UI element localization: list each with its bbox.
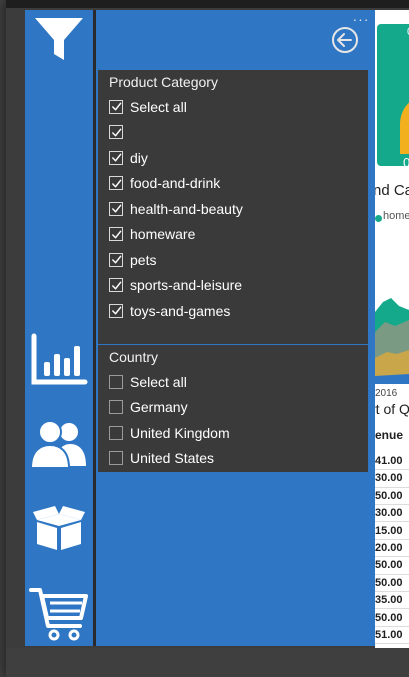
slicer-item-label: Select all [130,98,187,115]
slicer-item-label: Select all [130,373,187,390]
slicer-item-label: health-and-beauty [130,200,243,217]
frame-top-bar [6,0,409,8]
slicer-item[interactable]: Germany [98,395,368,421]
revenue-cell: 50.00 [375,557,409,575]
slicer-item[interactable] [98,120,368,146]
filter-panel: ··· Product Category Select all diy food-a… [96,10,375,646]
slicer-item-label: toys-and-games [130,302,231,319]
users-icon[interactable] [25,418,93,470]
report-canvas: 0 0 nd Ca homew 2016 rt of Q enue 41.003… [375,10,409,648]
slicer-item[interactable]: United States [98,446,368,472]
revenue-cell: 50.00 [375,488,409,506]
slicer-item[interactable]: pets [98,247,368,273]
slicer-title: Country [109,349,159,365]
checkbox-checked[interactable] [109,99,123,114]
checkbox-checked[interactable] [109,176,123,191]
legend-label: homew [383,210,409,222]
revenue-cell: 30.00 [375,505,409,523]
box-icon[interactable] [25,504,93,554]
slicer-item-label: diy [130,149,148,166]
slicer-item-label: pets [130,251,157,268]
slicer-item-label: United States [130,450,215,467]
checkbox-unchecked[interactable] [109,451,123,466]
revenue-cell: 50.00 [375,610,409,627]
checkbox-checked[interactable] [109,303,123,318]
revenue-cell: 35.00 [375,592,409,610]
slicer-item-label: food-and-drink [130,175,221,192]
slicer-item-label: Germany [130,399,188,416]
product-category-slicer: Product Category Select all diy food-and-d… [98,70,368,344]
checkbox-checked[interactable] [109,201,123,216]
area-chart [375,298,409,384]
table-column-header: enue [375,428,404,442]
slicer-item-label: homeware [130,226,196,243]
chart-heading: nd Ca [375,182,409,199]
revenue-cell: 30.00 [375,470,409,488]
revenue-cell: 41.00 [375,453,409,471]
slicer-item-label: United Kingdom [130,424,230,441]
slicer-item[interactable]: Select all [98,369,368,395]
slicer-item[interactable]: United Kingdom [98,420,368,446]
frame-bottom-bar [6,648,409,677]
back-arrow-icon[interactable] [329,24,361,56]
checkbox-unchecked[interactable] [109,425,123,440]
checkbox-checked[interactable] [109,278,123,293]
card-bottom-value: 0 [403,155,409,170]
kpi-card: 0 0 [377,24,409,170]
slicer-item[interactable]: diy [98,145,368,171]
checkbox-checked[interactable] [109,150,123,165]
axis-year: 2016 [375,388,398,399]
revenue-cell: 50.00 [375,575,409,593]
filter-icon[interactable] [25,14,93,64]
revenue-cell: 20.00 [375,540,409,558]
slicer-item[interactable]: food-and-drink [98,171,368,197]
slicer-item-label: sports-and-leisure [130,277,243,294]
revenue-cell: 15.00 [375,523,409,540]
checkbox-checked[interactable] [109,252,123,267]
slicer-item[interactable]: toys-and-games [98,298,368,324]
slicer-item[interactable]: homeware [98,222,368,248]
checkbox-checked[interactable] [109,125,123,140]
gauge-chart [400,102,409,154]
revenue-cell: 51.00 [375,627,409,645]
country-slicer: Country Select all Germany United Kingdom U… [98,344,368,472]
app-frame: ··· Product Category Select all diy food-a… [6,0,409,677]
slicer-item[interactable]: health-and-beauty [98,196,368,222]
checkbox-unchecked[interactable] [109,400,123,415]
legend-dot [375,215,382,222]
checkbox-unchecked[interactable] [109,374,123,389]
slicer-item[interactable]: sports-and-leisure [98,273,368,299]
nav-rail [25,10,93,646]
checkbox-checked[interactable] [109,227,123,242]
slicer-item[interactable]: Select all [98,94,368,120]
bar-chart-icon[interactable] [25,332,93,388]
slicer-title: Product Category [109,74,218,90]
shopping-cart-icon[interactable] [25,584,93,642]
table-title: rt of Q [375,401,409,417]
